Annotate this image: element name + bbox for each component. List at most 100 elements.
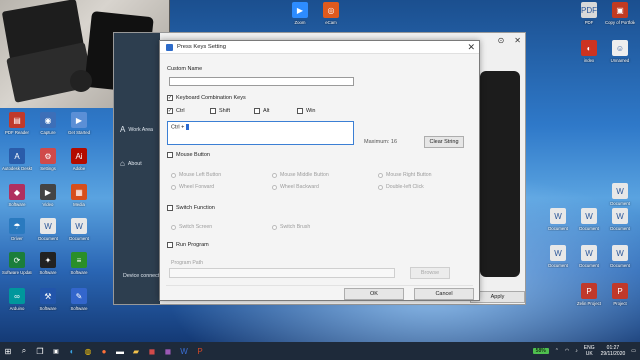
radio-button[interactable] <box>378 184 383 190</box>
desktop-icon[interactable]: W Document <box>605 183 635 206</box>
radio-button[interactable] <box>272 224 277 230</box>
double-left-click-option[interactable]: Double-left Click <box>378 184 424 190</box>
run-program-section[interactable]: Run Program <box>167 242 209 248</box>
desktop-icon[interactable]: ▣ Copy of Portfolio <box>605 2 635 25</box>
chevron-up-icon[interactable]: ⌃ <box>555 348 559 354</box>
desktop-icon[interactable]: W Document <box>64 218 94 241</box>
desktop-icon[interactable]: ☂ Driver <box>2 218 32 241</box>
desktop-icon[interactable]: ◐ index <box>574 40 604 63</box>
close-icon[interactable]: ✕ <box>467 42 475 53</box>
taskbar-terminal[interactable]: ▬ <box>112 342 128 360</box>
desktop-icon[interactable]: ✦ Software <box>33 252 63 275</box>
volume-icon[interactable]: ♪ <box>575 348 578 354</box>
start-button[interactable]: ⊞ <box>0 342 16 360</box>
radio-button[interactable] <box>272 172 277 178</box>
desktop-icon[interactable]: ☺ Unnamed <box>605 40 635 63</box>
desktop-icon[interactable]: W Document <box>574 245 604 268</box>
switch-screen-option[interactable]: Switch Screen <box>171 224 212 230</box>
desktop-icon[interactable]: PDF PDF <box>574 2 604 25</box>
home-icon: ⌂ <box>120 159 125 168</box>
desktop-icon[interactable]: ▤ PDF Reader <box>2 112 32 135</box>
win-checkbox[interactable] <box>297 108 303 114</box>
ok-button[interactable]: OK <box>344 288 404 300</box>
mouse-left-option[interactable]: Mouse Left Button <box>171 172 221 178</box>
taskbar-firefox[interactable]: ● <box>96 342 112 360</box>
notification-icon[interactable]: ▭ <box>631 348 636 354</box>
taskbar-powerpoint[interactable]: P <box>192 342 208 360</box>
desktop-icon[interactable]: ⟳ Software Update <box>2 252 32 275</box>
desktop-icon[interactable]: W Document <box>33 218 63 241</box>
switch-function-checkbox[interactable] <box>167 205 173 211</box>
wheel-forward-option[interactable]: Wheel Forward <box>171 184 214 190</box>
app-icon: ◆ <box>9 184 25 200</box>
switch-brush-option[interactable]: Switch Brush <box>272 224 310 230</box>
radio-button[interactable] <box>171 224 176 230</box>
taskbar-word[interactable]: W <box>176 342 192 360</box>
cancel-button[interactable]: Cancel <box>414 288 474 300</box>
desktop-icon[interactable]: ▶ Video <box>33 184 63 207</box>
sidebar-item-work-area[interactable]: A Work Area <box>120 125 153 134</box>
taskbar-app[interactable]: ◼ <box>160 342 176 360</box>
task-view-button[interactable]: ❐ <box>32 342 48 360</box>
search-button[interactable]: ⌕ <box>16 342 32 360</box>
key-combination-field[interactable]: Ctrl + <box>167 121 354 145</box>
desktop-icon[interactable]: ▦ Media <box>64 184 94 207</box>
alt-checkbox[interactable] <box>254 108 260 114</box>
language-indicator[interactable]: ENG UK <box>584 345 595 357</box>
desktop-icon[interactable]: W Document <box>543 208 573 231</box>
desktop-icon[interactable]: W Document <box>543 245 573 268</box>
program-path-input[interactable] <box>169 268 395 278</box>
desktop-icon[interactable]: W Document <box>605 245 635 268</box>
battery-indicator[interactable]: 58% <box>532 348 549 354</box>
desktop-icon[interactable]: A Autodesk Desktop App <box>2 148 32 171</box>
desktop-icon[interactable]: ◉ Capture <box>33 112 63 135</box>
desktop-icon[interactable]: ✎ Software <box>64 288 94 311</box>
close-icon[interactable]: ✕ <box>514 36 521 45</box>
mouse-button-section[interactable]: Mouse Button <box>167 152 210 158</box>
radio-button[interactable] <box>378 172 383 178</box>
alt-checkbox-row[interactable]: Alt <box>254 108 269 114</box>
wheel-backward-option[interactable]: Wheel Backward <box>272 184 319 190</box>
radio-button[interactable] <box>171 184 176 190</box>
ctrl-checkbox[interactable]: ✓ <box>167 108 173 114</box>
desktop-icon[interactable]: P Project <box>605 283 635 306</box>
desktop-icon[interactable]: W Document <box>605 208 635 231</box>
taskbar-chrome[interactable]: ◍ <box>80 342 96 360</box>
mouse-middle-option[interactable]: Mouse Middle Button <box>272 172 329 178</box>
browse-button[interactable]: Browse <box>410 267 450 279</box>
clock[interactable]: 01:27 29/11/2020 <box>601 345 626 357</box>
radio-button[interactable] <box>272 184 277 190</box>
shift-checkbox[interactable] <box>210 108 216 114</box>
sidebar-item-about[interactable]: ⌂ About <box>120 159 142 168</box>
win-checkbox-row[interactable]: Win <box>297 108 315 114</box>
taskbar-app-thumbnail[interactable]: ▣ <box>48 342 64 360</box>
desktop-icon[interactable]: ∞ Arduino <box>2 288 32 311</box>
desktop-icon[interactable]: ≡ Software <box>64 252 94 275</box>
desktop-icon[interactable]: ⚒ Software <box>33 288 63 311</box>
mouse-button-checkbox[interactable] <box>167 152 173 158</box>
run-program-checkbox[interactable] <box>167 242 173 248</box>
mouse-right-option[interactable]: Mouse Right Button <box>378 172 432 178</box>
switch-function-section[interactable]: Switch Function <box>167 205 215 211</box>
desktop-icon[interactable]: W Document <box>574 208 604 231</box>
shift-checkbox-row[interactable]: Shift <box>210 108 230 114</box>
radio-button[interactable] <box>171 172 176 178</box>
desktop-icon[interactable]: P Zelin Project <box>574 283 604 306</box>
desktop-icon[interactable]: ⚙ Settings <box>33 148 63 171</box>
ctrl-checkbox-row[interactable]: ✓ Ctrl <box>167 108 185 114</box>
desktop-icon[interactable]: ▶ Zoom <box>285 2 315 25</box>
desktop-icon[interactable]: ▶ Get Started <box>64 112 94 135</box>
keyboard-combination-section[interactable]: ✓ Keyboard Combination Keys <box>167 95 246 101</box>
settings-circle-icon[interactable]: ⊙ <box>498 36 505 45</box>
desktop-icon[interactable]: Ai Adobe <box>64 148 94 171</box>
taskbar-explorer[interactable]: ▰ <box>128 342 144 360</box>
taskbar-edge[interactable]: ◐ <box>64 342 80 360</box>
keyboard-combination-checkbox[interactable]: ✓ <box>167 95 173 101</box>
desktop-icon[interactable]: ◆ Software <box>2 184 32 207</box>
wifi-icon[interactable]: ◠ <box>565 348 569 354</box>
desktop-icon[interactable]: ◎ eCam <box>316 2 346 25</box>
custom-name-input[interactable] <box>169 77 354 86</box>
app-icon: W <box>71 218 87 234</box>
taskbar-app[interactable]: ◼ <box>144 342 160 360</box>
clear-string-button[interactable]: Clear String <box>424 136 464 148</box>
